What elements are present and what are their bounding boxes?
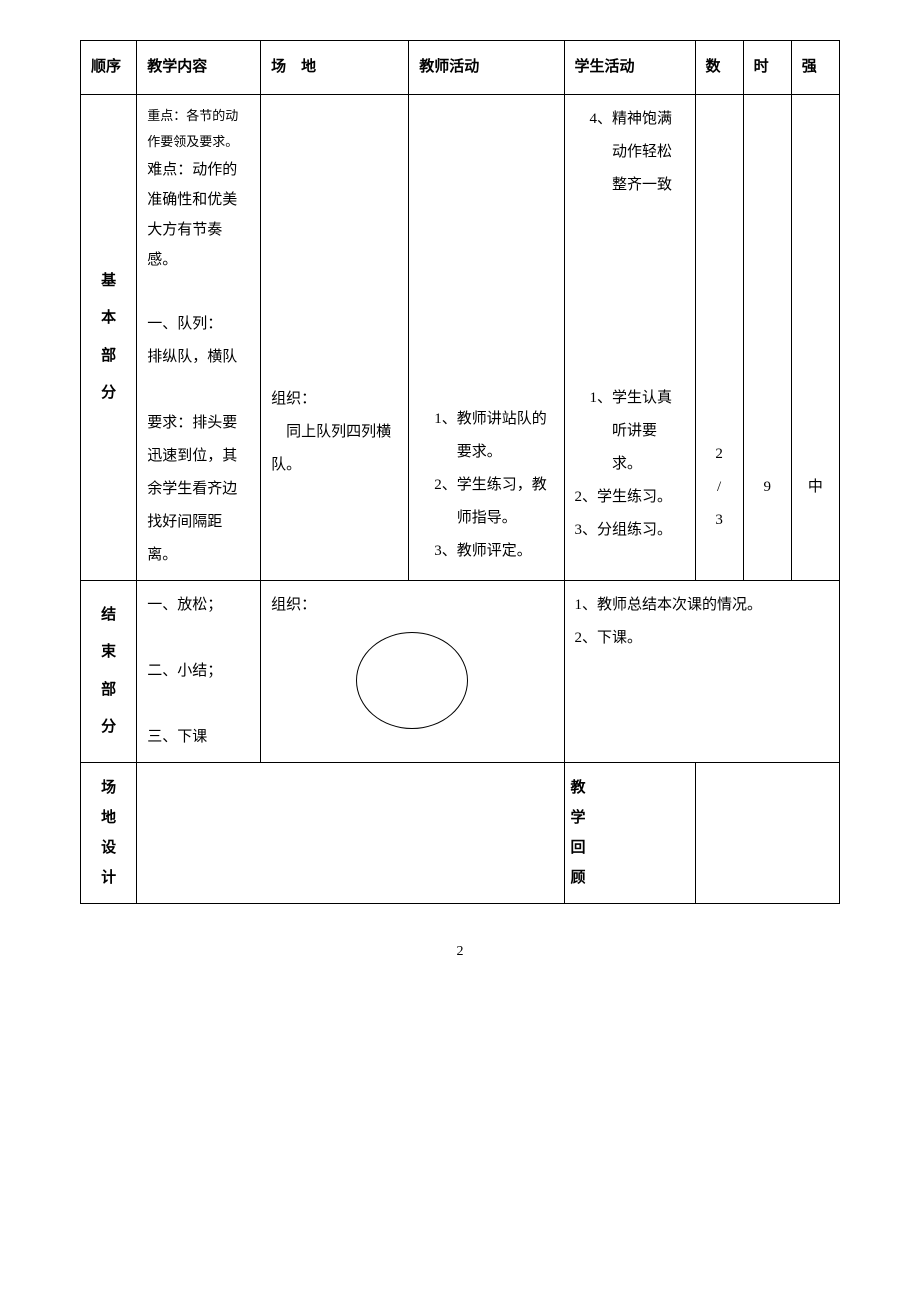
student-item-3: 3、分组练习。 bbox=[575, 514, 685, 547]
student-item-4: 4、精神饱满动作轻松整齐一致 bbox=[575, 103, 685, 202]
seq2-char-1: 结 bbox=[87, 597, 130, 635]
venue-design-label: 场 地 设 计 bbox=[81, 763, 137, 904]
formation-title: 一、队列： bbox=[147, 308, 250, 341]
end-item-2: 二、小结； bbox=[147, 655, 250, 688]
student-item-1: 1、学生认真听讲要求。 bbox=[575, 382, 685, 481]
header-row: 顺序 教学内容 场 地 教师活动 学生活动 数 时 强 bbox=[81, 41, 840, 95]
teacher-item-3: 3、教师评定。 bbox=[419, 535, 553, 568]
keypoint-text: 重点：各节的动作要领及要求。 bbox=[147, 103, 250, 155]
basic-student-cell: 4、精神饱满动作轻松整齐一致 1、学生认真听讲要求。 2、学生练习。 3、分组练… bbox=[564, 95, 695, 581]
footer-row: 场 地 设 计 教 学 回 顾 bbox=[81, 763, 840, 904]
end-content-cell: 一、放松； 二、小结； 三、下课 bbox=[137, 581, 261, 763]
review-label: 教 学 回 顾 bbox=[564, 763, 695, 904]
end-org-label: 组织： bbox=[271, 589, 553, 622]
seq-char-4: 分 bbox=[87, 375, 130, 413]
seq2-char-3: 部 bbox=[87, 672, 130, 710]
header-intensity: 强 bbox=[791, 41, 839, 95]
venue-org-label: 组织： bbox=[271, 383, 398, 416]
time-value: 9 bbox=[754, 471, 781, 504]
review-cell bbox=[695, 763, 839, 904]
basic-section-row: 基 本 部 分 重点：各节的动作要领及要求。 难点：动作的准确性和优美大方有节奏… bbox=[81, 95, 840, 581]
lesson-plan-table: 顺序 教学内容 场 地 教师活动 学生活动 数 时 强 基 本 部 分 重点：各… bbox=[80, 40, 840, 904]
seq2-char-2: 束 bbox=[87, 634, 130, 672]
page-number: 2 bbox=[80, 944, 840, 960]
basic-section-label: 基 本 部 分 bbox=[81, 95, 137, 581]
header-seq: 顺序 bbox=[81, 41, 137, 95]
count-value: 2/3 bbox=[706, 438, 733, 537]
header-content: 教学内容 bbox=[137, 41, 261, 95]
difficulty-text: 难点：动作的准确性和优美大方有节奏感。 bbox=[147, 155, 250, 275]
basic-count-cell: 2/3 bbox=[695, 95, 743, 581]
end-item-3: 三、下课 bbox=[147, 721, 250, 754]
venue-design-cell bbox=[137, 763, 564, 904]
label2-char-4: 顾 bbox=[571, 863, 689, 893]
header-time: 时 bbox=[743, 41, 791, 95]
formation-ellipse-icon bbox=[356, 632, 468, 729]
header-student: 学生活动 bbox=[564, 41, 695, 95]
seq-char-3: 部 bbox=[87, 338, 130, 376]
basic-intensity-cell: 中 bbox=[791, 95, 839, 581]
end-activity-1: 1、教师总结本次课的情况。 bbox=[575, 589, 829, 622]
label2-char-3: 回 bbox=[571, 833, 689, 863]
end-item-1: 一、放松； bbox=[147, 589, 250, 622]
end-venue-cell: 组织： bbox=[261, 581, 564, 763]
intensity-value: 中 bbox=[802, 471, 829, 504]
header-teacher: 教师活动 bbox=[409, 41, 564, 95]
header-count: 数 bbox=[695, 41, 743, 95]
label1-char-2: 地 bbox=[87, 803, 130, 833]
teacher-item-2: 2、学生练习，教师指导。 bbox=[419, 469, 553, 535]
label2-char-2: 学 bbox=[571, 803, 689, 833]
label1-char-4: 计 bbox=[87, 863, 130, 893]
ellipse-container bbox=[271, 622, 553, 739]
seq-char-2: 本 bbox=[87, 300, 130, 338]
formation-desc: 排纵队，横队 bbox=[147, 341, 250, 374]
seq2-char-4: 分 bbox=[87, 709, 130, 747]
basic-time-cell: 9 bbox=[743, 95, 791, 581]
seq-char-1: 基 bbox=[87, 263, 130, 301]
basic-venue-cell: 组织： 同上队列四列横队。 bbox=[261, 95, 409, 581]
end-section-label: 结 束 部 分 bbox=[81, 581, 137, 763]
label1-char-1: 场 bbox=[87, 773, 130, 803]
basic-teacher-cell: 1、教师讲站队的要求。 2、学生练习，教师指导。 3、教师评定。 bbox=[409, 95, 564, 581]
label1-char-3: 设 bbox=[87, 833, 130, 863]
requirement-text: 要求：排头要迅速到位，其余学生看齐边找好间隔距离。 bbox=[147, 407, 250, 572]
venue-formation-text: 同上队列四列横队。 bbox=[271, 416, 398, 482]
end-activity-cell: 1、教师总结本次课的情况。 2、下课。 bbox=[564, 581, 839, 763]
student-item-2: 2、学生练习。 bbox=[575, 481, 685, 514]
end-activity-2: 2、下课。 bbox=[575, 622, 829, 655]
end-section-row: 结 束 部 分 一、放松； 二、小结； 三、下课 组织： 1、教师总结本次课的情… bbox=[81, 581, 840, 763]
teacher-item-1: 1、教师讲站队的要求。 bbox=[419, 403, 553, 469]
label2-char-1: 教 bbox=[571, 773, 689, 803]
basic-content-cell: 重点：各节的动作要领及要求。 难点：动作的准确性和优美大方有节奏感。 一、队列：… bbox=[137, 95, 261, 581]
header-venue: 场 地 bbox=[261, 41, 409, 95]
